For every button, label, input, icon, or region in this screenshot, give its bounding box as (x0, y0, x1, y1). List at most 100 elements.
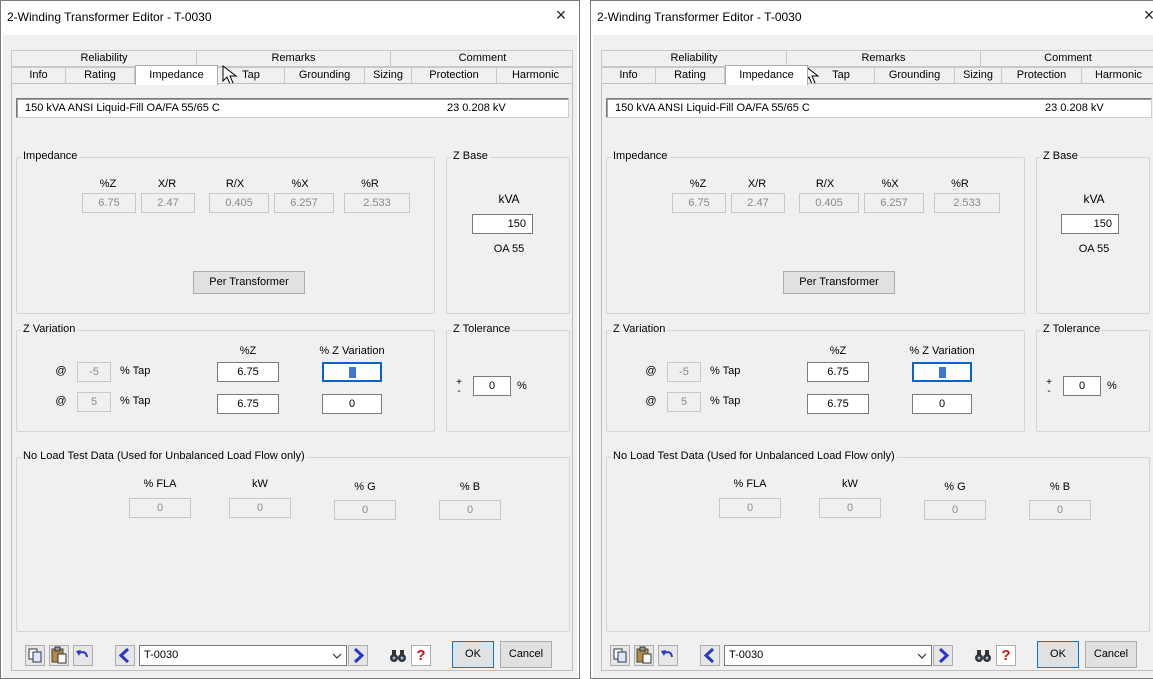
prev-record-button[interactable] (115, 645, 135, 666)
help-button[interactable]: ? (996, 645, 1016, 666)
find-button[interactable] (388, 645, 408, 666)
xr-ratio-field[interactable]: 2.47 (141, 193, 195, 213)
dialog-client: Reliability Remarks Comment Info Rating … (3, 35, 577, 678)
transformer-editor-window-left: 2-Winding Transformer Editor - T-0030 × … (0, 0, 580, 679)
tab-sizing[interactable]: Sizing (955, 68, 1002, 84)
tab-info[interactable]: Info (12, 68, 66, 84)
tab-protection[interactable]: Protection (412, 68, 497, 84)
noload-fla-field[interactable]: 0 (129, 498, 191, 518)
noload-kw-field[interactable]: 0 (819, 498, 881, 518)
prev-arrow-icon (118, 647, 130, 664)
z-variation-minus-input[interactable] (912, 362, 972, 382)
header-xr: X/R (747, 178, 767, 190)
next-record-button[interactable] (933, 645, 953, 666)
dropdown-chevron-icon[interactable] (917, 652, 927, 660)
tap-plus-field[interactable]: 5 (77, 392, 111, 412)
noload-fla-field[interactable]: 0 (719, 498, 781, 518)
undo-button[interactable] (658, 645, 678, 666)
tap-plus-field[interactable]: 5 (667, 392, 701, 412)
noload-header-g: % G (354, 481, 376, 493)
noload-header-kw: kW (842, 478, 858, 490)
z-variation-minus-input[interactable] (322, 362, 382, 382)
z-at-minus-tap-input[interactable]: 6.75 (217, 362, 279, 382)
tab-grounding[interactable]: Grounding (875, 68, 955, 84)
tab-row-top: Reliability Remarks Comment (601, 50, 1153, 67)
noload-g-field[interactable]: 0 (334, 500, 396, 520)
tab-harmonic[interactable]: Harmonic (497, 68, 574, 84)
z-variation-plus-input[interactable]: 0 (912, 394, 972, 414)
z-at-plus-tap-input[interactable]: 6.75 (807, 394, 869, 414)
close-button[interactable]: × (548, 4, 574, 28)
cancel-button[interactable]: Cancel (1085, 641, 1137, 668)
zbase-group-label: Z Base (451, 150, 490, 162)
help-icon: ? (1001, 647, 1011, 664)
z-at-minus-tap-input[interactable]: 6.75 (807, 362, 869, 382)
zbase-kva-input[interactable]: 150 (1061, 214, 1119, 234)
tap-label-2: % Tap (120, 395, 151, 407)
noload-kw-field[interactable]: 0 (229, 498, 291, 518)
record-id-select[interactable]: T-0030 (724, 645, 932, 666)
r-percent-field[interactable]: 2.533 (344, 193, 410, 213)
tab-sizing[interactable]: Sizing (365, 68, 412, 84)
title-bar[interactable]: 2-Winding Transformer Editor - T-0030 × (1, 1, 579, 31)
undo-button[interactable] (73, 645, 93, 666)
tolerance-input[interactable]: 0 (1063, 376, 1101, 396)
ztolerance-group-label: Z Tolerance (451, 323, 513, 335)
tab-info[interactable]: Info (602, 68, 656, 84)
next-record-button[interactable] (348, 645, 368, 666)
noload-b-field[interactable]: 0 (1029, 500, 1091, 520)
zbase-kva-input[interactable]: 150 (472, 214, 533, 234)
r-percent-field[interactable]: 2.533 (934, 193, 1000, 213)
noload-group-label: No Load Test Data (Used for Unbalanced L… (21, 450, 307, 462)
copy-button[interactable] (610, 645, 630, 666)
tap-minus-field[interactable]: -5 (77, 362, 111, 382)
rx-ratio-field[interactable]: 0.405 (799, 193, 859, 213)
z-variation-plus-input[interactable]: 0 (322, 394, 382, 414)
record-id-select[interactable]: T-0030 (139, 645, 347, 666)
title-bar[interactable]: 2-Winding Transformer Editor - T-0030 × (591, 1, 1153, 31)
find-button[interactable] (973, 645, 993, 666)
tap-minus-field[interactable]: -5 (667, 362, 701, 382)
zvariation-header-variation: % Z Variation (909, 345, 975, 357)
close-button[interactable]: × (1136, 4, 1153, 28)
tab-impedance[interactable]: Impedance (135, 65, 218, 85)
prev-record-button[interactable] (700, 645, 720, 666)
paste-button[interactable] (49, 645, 69, 666)
noload-group: No Load Test Data (Used for Unbalanced L… (606, 450, 1150, 632)
tab-rating[interactable]: Rating (656, 68, 725, 84)
z-percent-field[interactable]: 6.75 (82, 193, 136, 213)
noload-header-b: % B (459, 481, 481, 493)
noload-g-field[interactable]: 0 (924, 500, 986, 520)
x-percent-field[interactable]: 6.257 (864, 193, 924, 213)
impedance-tab-panel: 150 kVA ANSI Liquid-Fill OA/FA 55/65 C 2… (11, 83, 573, 671)
tab-rating[interactable]: Rating (66, 68, 135, 84)
cancel-button[interactable]: Cancel (500, 641, 552, 668)
tab-harmonic[interactable]: Harmonic (1082, 68, 1153, 84)
ok-button[interactable]: OK (452, 641, 494, 668)
tab-comment[interactable]: Comment (391, 51, 572, 66)
noload-b-field[interactable]: 0 (439, 500, 501, 520)
impedance-tab-panel: 150 kVA ANSI Liquid-Fill OA/FA 55/65 C 2… (601, 83, 1153, 671)
x-percent-field[interactable]: 6.257 (274, 193, 334, 213)
z-at-plus-tap-input[interactable]: 6.75 (217, 394, 279, 414)
tab-grounding[interactable]: Grounding (285, 68, 365, 84)
tab-comment[interactable]: Comment (981, 51, 1153, 66)
paste-button[interactable] (634, 645, 654, 666)
rx-ratio-field[interactable]: 0.405 (209, 193, 269, 213)
tab-row-bottom: Info Rating Impedance Tap Grounding Sizi… (11, 65, 574, 85)
tab-impedance[interactable]: Impedance (725, 65, 808, 85)
xr-ratio-field[interactable]: 2.47 (731, 193, 785, 213)
tab-protection[interactable]: Protection (1002, 68, 1082, 84)
impedance-group-label: Impedance (21, 150, 80, 162)
transformer-info-display: 150 kVA ANSI Liquid-Fill OA/FA 55/65 C 2… (606, 98, 1152, 118)
copy-button[interactable] (25, 645, 45, 666)
dropdown-chevron-icon[interactable] (332, 652, 342, 660)
per-transformer-button[interactable]: Per Transformer (193, 271, 305, 294)
zvariation-group: Z Variation %Z % Z Variation @ -5 % Tap … (606, 323, 1025, 432)
help-button[interactable]: ? (411, 645, 431, 666)
zbase-note: OA 55 (493, 243, 525, 255)
z-percent-field[interactable]: 6.75 (672, 193, 726, 213)
ok-button[interactable]: OK (1037, 641, 1079, 668)
tolerance-input[interactable]: 0 (473, 376, 511, 396)
per-transformer-button[interactable]: Per Transformer (783, 271, 895, 294)
